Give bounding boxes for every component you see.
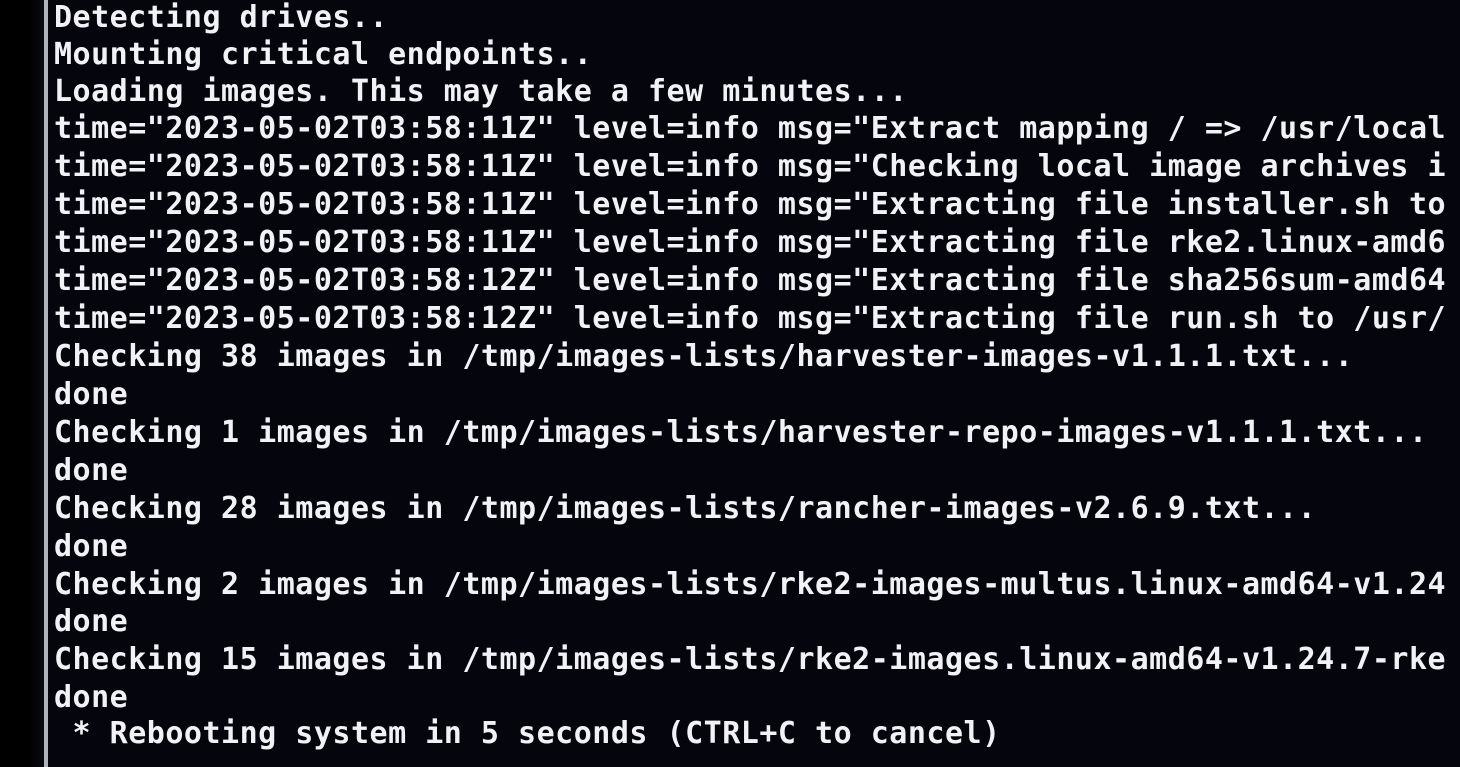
terminal-line: time="2023-05-02T03:58:12Z" level=info m…: [54, 263, 1447, 298]
console-screen: Detecting drives.. Mounting critical end…: [0, 0, 1460, 767]
terminal-line: done: [54, 680, 129, 715]
terminal-line: time="2023-05-02T03:58:11Z" level=info m…: [54, 111, 1447, 146]
terminal-line: Mounting critical endpoints..: [54, 37, 593, 72]
terminal-line: Checking 28 images in /tmp/images-lists/…: [54, 491, 1317, 526]
terminal-line: Checking 2 images in /tmp/images-lists/r…: [54, 567, 1447, 602]
terminal-line: time="2023-05-02T03:58:12Z" level=info m…: [54, 301, 1447, 336]
terminal-line: Checking 15 images in /tmp/images-lists/…: [54, 642, 1447, 677]
terminal-line: time="2023-05-02T03:58:11Z" level=info m…: [54, 149, 1447, 184]
screen-edge-highlight: [44, 0, 48, 767]
terminal-line: done: [54, 453, 129, 488]
terminal-line: done: [54, 529, 129, 564]
terminal-line: time="2023-05-02T03:58:11Z" level=info m…: [54, 187, 1447, 222]
terminal-output: Detecting drives.. Mounting critical end…: [54, 0, 1460, 767]
terminal-line: Loading images. This may take a few minu…: [54, 74, 908, 109]
terminal-line: Checking 1 images in /tmp/images-lists/h…: [54, 415, 1428, 450]
terminal-line: Detecting drives..: [54, 0, 389, 35]
terminal-line: done: [54, 604, 129, 639]
reboot-message: * Rebooting system in 5 seconds (CTRL+C …: [54, 716, 1001, 751]
monitor-bezel: [0, 0, 46, 767]
terminal-line: done: [54, 377, 129, 412]
terminal-line: Checking 38 images in /tmp/images-lists/…: [54, 339, 1354, 374]
terminal-line: time="2023-05-02T03:58:11Z" level=info m…: [54, 225, 1447, 260]
